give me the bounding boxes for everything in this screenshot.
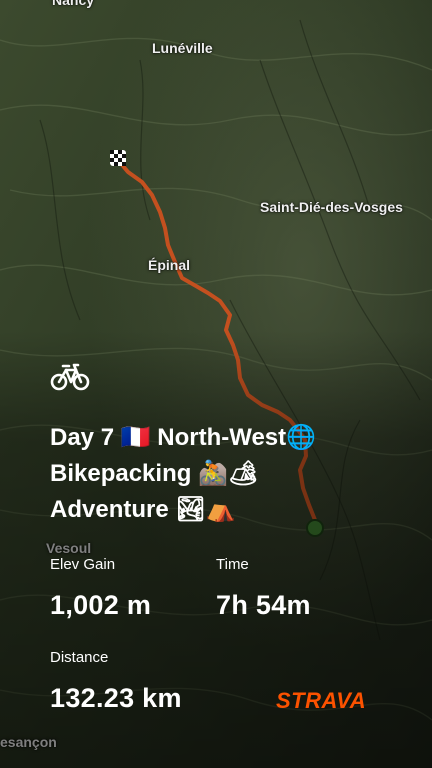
elev-gain-label: Elev Gain	[50, 556, 116, 573]
distance-value: 132.23 km	[50, 683, 182, 713]
place-label-luneville: Lunéville	[152, 40, 213, 56]
time-value: 7h 54m	[216, 590, 311, 620]
activity-title-line1: Day 7 🇫🇷 North-West🌐	[50, 424, 317, 451]
activity-title-line3: Adventure 🏞⛺	[50, 496, 236, 523]
time-label: Time	[216, 556, 249, 573]
place-label-saint-die: Saint-Dié-des-Vosges	[260, 199, 403, 215]
place-label-besancon: esançon	[0, 734, 57, 750]
start-marker	[110, 150, 126, 166]
elev-gain-value: 1,002 m	[50, 590, 152, 620]
place-label-epinal: Épinal	[148, 257, 191, 273]
activity-title-line2: Bikepacking 🚵🏕	[50, 460, 259, 487]
strava-logo: STRAVA	[276, 688, 367, 713]
place-label-vesoul: Vesoul	[46, 540, 92, 556]
bicycle-icon	[50, 363, 90, 391]
activity-title: Day 7 🇫🇷 North-West🌐 Bikepacking 🚵🏕 Adve…	[50, 420, 400, 528]
distance-label: Distance	[50, 649, 109, 666]
place-label-nancy: Nancy	[52, 0, 95, 8]
